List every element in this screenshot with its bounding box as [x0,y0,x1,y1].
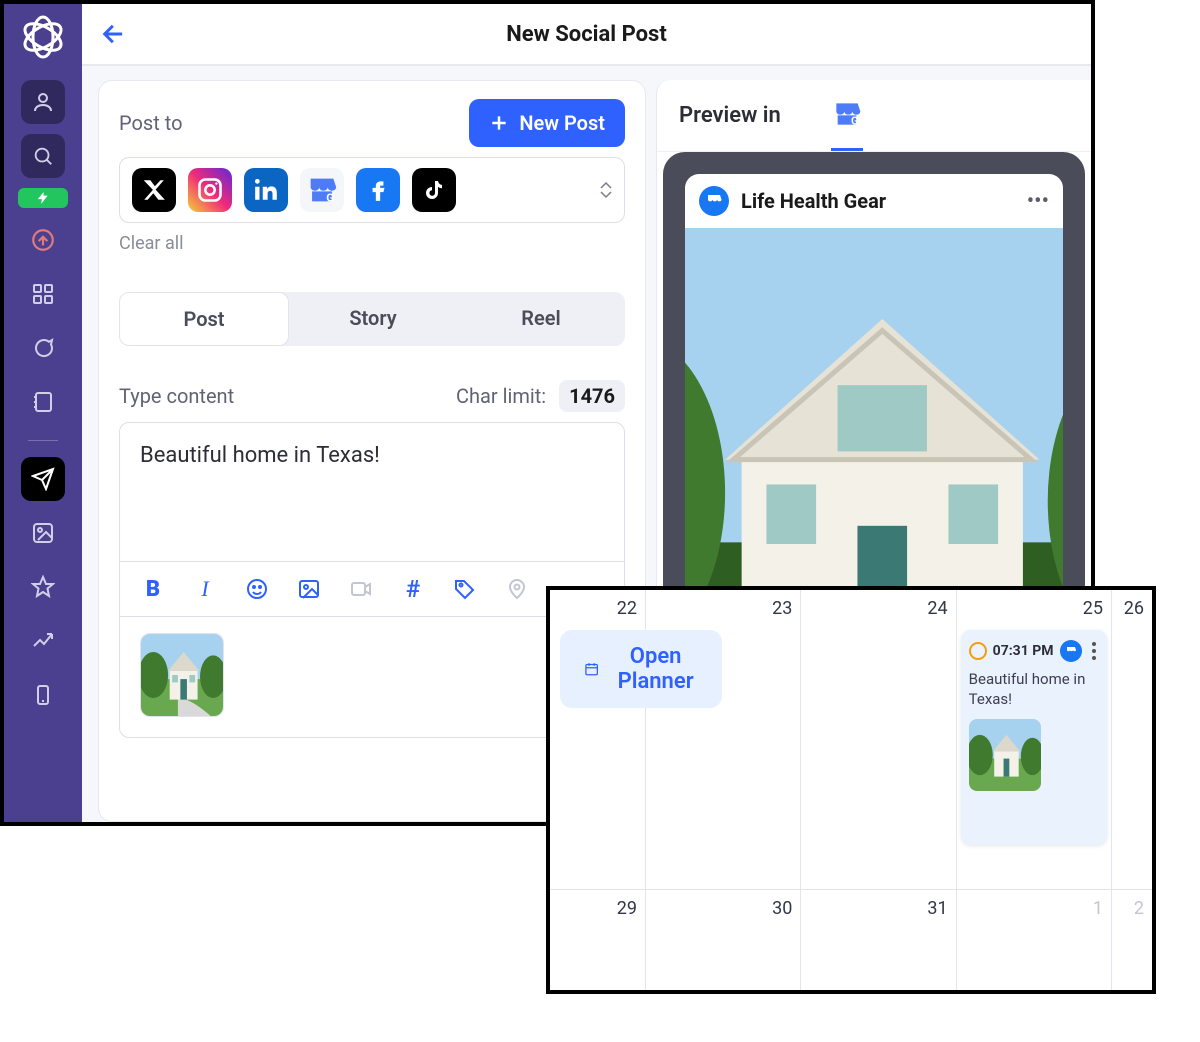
calendar-cell-30[interactable]: 30 [646,890,801,990]
calendar-day-number: 25 [1083,598,1103,619]
x-account-icon[interactable] [132,168,176,212]
preview-more-icon[interactable]: ••• [1027,189,1049,214]
calendar-cell-23[interactable]: 23 [646,590,801,889]
device-icon[interactable] [21,673,65,717]
attached-image-thumb[interactable] [140,633,224,717]
event-network-icon [1060,640,1082,662]
preview-post-header: Life Health Gear ••• [685,174,1063,228]
calendar-day-number: 24 [927,598,947,619]
tab-post[interactable]: Post [119,292,289,346]
tiktok-account-icon[interactable] [412,168,456,212]
char-limit: Char limit: 1476 [456,384,625,408]
calendar-day-number: 31 [927,898,947,919]
sidebar-divider [28,440,58,441]
accounts-expand-icon[interactable] [600,181,612,199]
search-icon[interactable] [21,134,65,178]
preview-header: Preview in G [657,80,1091,152]
linkedin-account-icon[interactable] [244,168,288,212]
char-limit-text: Char limit: [456,384,546,408]
post-content-editor[interactable]: Beautiful home in Texas! [119,422,625,562]
send-icon[interactable] [21,457,65,501]
scheduled-post-card[interactable]: 07:31 PM Beautiful home in Texas! [961,630,1107,845]
event-text: Beautiful home in Texas! [969,670,1099,709]
calendar-day-number: 26 [1124,598,1144,619]
calendar-cell-22[interactable]: 22 Open Planner [550,590,646,889]
bold-icon[interactable]: B [140,576,166,602]
new-post-button[interactable]: New Post [469,99,625,147]
post-to-label: Post to [119,111,182,135]
apps-icon[interactable] [21,272,65,316]
tab-reel[interactable]: Reel [457,292,625,346]
trend-icon[interactable] [21,619,65,663]
instagram-account-icon[interactable] [188,168,232,212]
calendar-cell-25[interactable]: 25 07:31 PM Beautiful home in Texas! [957,590,1112,889]
video-insert-icon[interactable] [348,576,374,602]
calendar-day-number: 2 [1134,898,1144,919]
calendar-day-number: 29 [617,898,637,919]
tag-icon[interactable] [452,576,478,602]
event-thumb [969,719,1041,791]
profile-icon[interactable] [21,80,65,124]
calendar-day-number: 23 [772,598,792,619]
back-arrow-icon[interactable] [100,20,128,48]
post-type-tabs: Post Story Reel [119,292,625,346]
italic-icon[interactable]: I [192,576,218,602]
logo-icon [18,12,68,62]
emoji-icon[interactable] [244,576,270,602]
preview-in-label: Preview in [679,103,781,128]
image-insert-icon[interactable] [296,576,322,602]
calendar-cell-31[interactable]: 31 [801,890,956,990]
calendar-cell-29[interactable]: 29 [550,890,646,990]
calendar-cell-1[interactable]: 1 [957,890,1112,990]
google-business-account-icon[interactable]: G [300,168,344,212]
location-icon[interactable] [504,576,530,602]
char-limit-value: 1476 [559,380,625,412]
preview-account-name: Life Health Gear [741,189,1015,213]
topbar: New Social Post [82,4,1091,66]
calendar-cell-2[interactable]: 2 [1112,890,1152,990]
new-post-button-label: New Post [519,111,605,135]
type-content-label: Type content [119,384,234,408]
event-more-icon[interactable] [1088,642,1096,660]
svg-text:G: G [326,190,334,204]
tab-story[interactable]: Story [289,292,457,346]
cloud-up-icon[interactable] [21,218,65,262]
clear-all-link[interactable]: Clear all [119,233,625,254]
accounts-selector[interactable]: G [119,157,625,223]
bolt-icon[interactable] [18,188,68,208]
hashtag-icon[interactable]: # [400,576,426,602]
calendar-day-number: 30 [772,898,792,919]
notebook-icon[interactable] [21,380,65,424]
calendar-day-number: 1 [1093,898,1103,919]
svg-text:G: G [851,115,858,128]
preview-network-tab[interactable]: G [831,98,863,151]
clock-icon [969,642,987,660]
preview-avatar-icon [699,186,729,216]
page-title: New Social Post [506,22,667,47]
calendar-cell-24[interactable]: 24 [801,590,956,889]
image-icon[interactable] [21,511,65,555]
facebook-account-icon[interactable] [356,168,400,212]
star-icon[interactable] [21,565,65,609]
calendar-cell-26[interactable]: 26 [1112,590,1152,889]
sidebar [4,4,82,822]
event-time: 07:31 PM [993,643,1054,659]
calendar-window: 22 Open Planner 23 24 25 07:31 PM Beauti… [546,586,1156,994]
chat-icon[interactable] [21,326,65,370]
calendar-day-number: 22 [617,598,637,619]
